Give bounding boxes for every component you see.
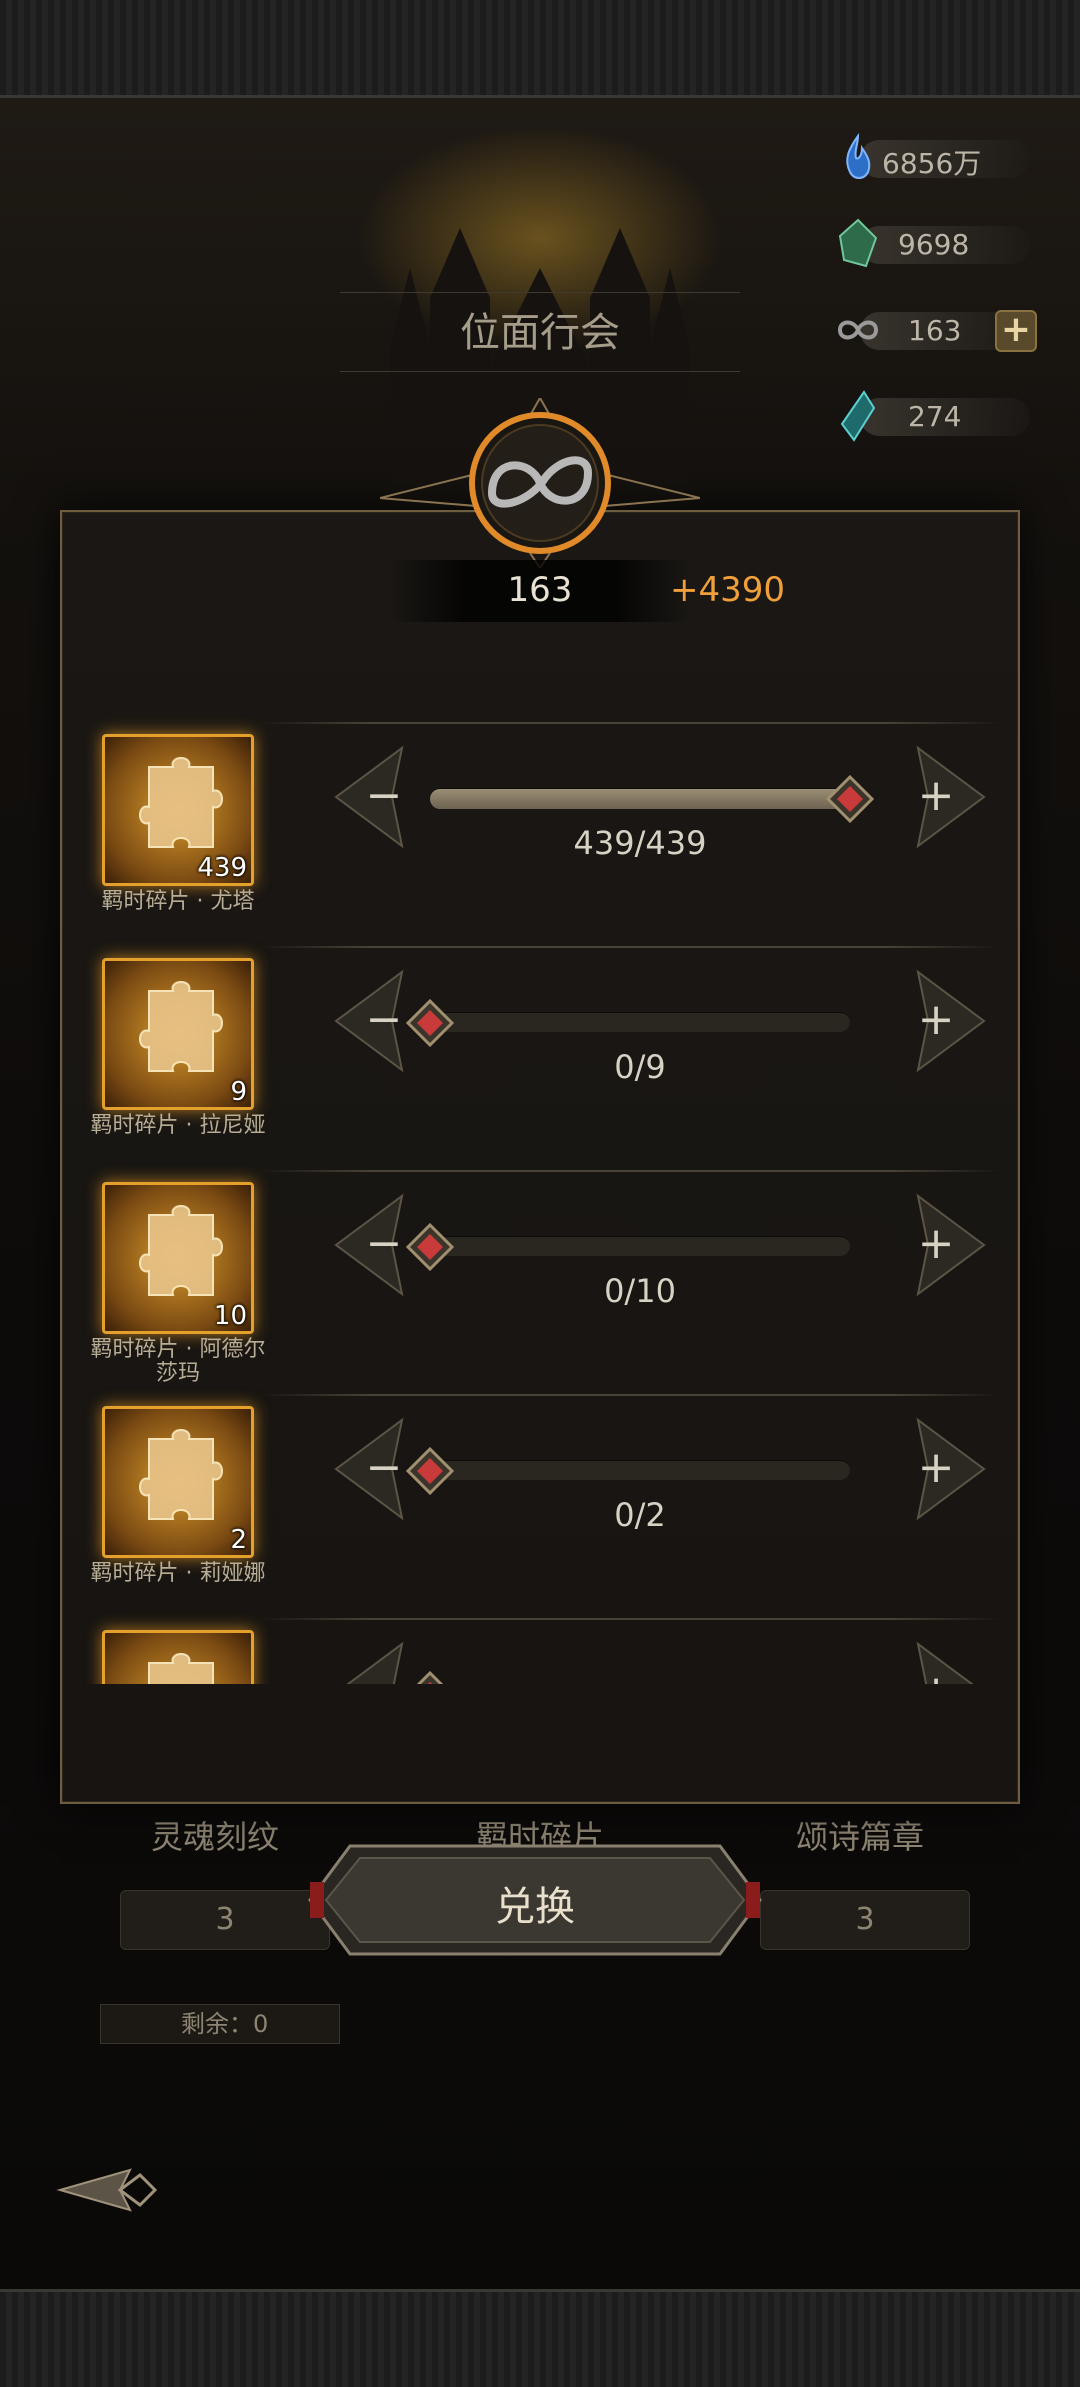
slider-knob[interactable] (405, 1222, 455, 1272)
resource-soul: 6856万 (830, 130, 1030, 186)
plus-icon: + (917, 1442, 955, 1493)
fragment-item-icon[interactable] (102, 1630, 254, 1684)
fragment-item-icon[interactable]: 9 (102, 958, 254, 1110)
fragment-item-icon[interactable]: 439 (102, 734, 254, 886)
resource-crystal: 9698 (830, 216, 1030, 272)
minus-icon: − (365, 770, 403, 821)
fragment-list[interactable]: 439 羁时碎片 · 尤塔 − +439/439 9 羁时碎片 · 拉尼娅 − +0/9 10 羁… (60, 714, 1020, 1684)
row-divider (260, 722, 1000, 724)
resource-serpent: 163 + (830, 302, 1037, 358)
slider-knob[interactable] (406, 1670, 454, 1684)
minus-icon: − (365, 1218, 403, 1269)
cost-right-value: 3 (855, 1902, 875, 1937)
minus-icon: − (365, 1442, 403, 1493)
resource-shard-value: 274 (908, 400, 962, 433)
row-divider (260, 1394, 1000, 1396)
fragment-item-icon[interactable]: 2 (102, 1406, 254, 1558)
resource-shard: 274 (830, 388, 1030, 444)
slider-progress-label: 439/439 (573, 824, 707, 862)
slider-progress-label: 0/10 (604, 1272, 676, 1310)
row-divider (260, 1170, 1000, 1172)
minus-icon: − (364, 1670, 404, 1685)
soul-flame-icon (846, 132, 871, 179)
puzzle-piece-icon (148, 1653, 214, 1684)
slider-fill (430, 789, 850, 809)
green-crystal-icon (838, 218, 878, 268)
fragment-name: 羁时碎片 · 尤塔 (101, 889, 255, 914)
quantity-slider[interactable] (405, 1446, 850, 1496)
fragment-row: 2 羁时碎片 · 莉娅娜 − +0/2 (60, 1386, 1020, 1610)
quantity-slider[interactable] (405, 1222, 850, 1272)
plus-icon: + (917, 994, 955, 1045)
fragment-item-icon[interactable]: 10 (102, 1182, 254, 1334)
decrease-button[interactable]: − (332, 742, 432, 852)
plus-icon: + (917, 1218, 955, 1269)
increase-button[interactable]: + (888, 966, 988, 1076)
fragment-qty: 9 (230, 1077, 247, 1107)
resource-soul-value: 6856万 (882, 147, 982, 180)
resource-serpent-value: 163 (908, 314, 962, 347)
back-arrow-icon[interactable] (0, 2150, 200, 2230)
plus-icon: + (916, 1670, 956, 1685)
slider-progress-label: 0/9 (614, 1048, 666, 1086)
resource-crystal-value: 9698 (898, 228, 970, 261)
exchange-button-label[interactable]: 兑换 (270, 1874, 800, 1932)
remaining-label: 剩余：0 (100, 2004, 340, 2044)
cost-left-value: 3 (215, 1902, 235, 1937)
quantity-slider[interactable] (430, 774, 875, 824)
infinity-serpent-icon (837, 320, 879, 340)
fragment-name: 羁时碎片 · 拉尼娅 (90, 1113, 266, 1138)
slider-knob[interactable] (405, 998, 455, 1048)
increase-button[interactable]: + (888, 1190, 988, 1300)
quantity-slider[interactable] (405, 998, 850, 1048)
top-frame (0, 0, 1080, 98)
row-divider (260, 946, 1000, 948)
fragment-qty: 2 (230, 1525, 247, 1555)
add-resource-button[interactable]: + (995, 310, 1037, 352)
bottom-frame (0, 2289, 1080, 2387)
fragment-row: −+ (60, 1610, 1020, 1684)
increase-button[interactable]: + (888, 742, 988, 852)
puzzle-piece-icon (139, 1429, 223, 1520)
fragment-qty: 439 (197, 853, 247, 883)
slider-knob[interactable] (825, 774, 875, 824)
plus-icon: + (917, 770, 955, 821)
fragment-row: 439 羁时碎片 · 尤塔 − +439/439 (60, 714, 1020, 938)
fragment-name: 羁时碎片 · 阿德尔 莎玛 (90, 1337, 266, 1386)
fragment-row: 10 羁时碎片 · 阿德尔 莎玛 − +0/10 (60, 1162, 1020, 1386)
teal-shard-icon (840, 390, 876, 442)
page-title: 位面行会 (340, 292, 740, 372)
modal-emblem (380, 398, 700, 568)
fragment-qty: 10 (213, 1301, 247, 1331)
fragment-name: 羁时碎片 · 莉娅娜 (90, 1561, 266, 1586)
fragment-row: 9 羁时碎片 · 拉尼娅 − +0/9 (60, 938, 1020, 1162)
row-divider (260, 1618, 1000, 1620)
puzzle-piece-icon (139, 981, 223, 1072)
current-count: 163 (507, 570, 573, 610)
increase-button[interactable]: + (888, 1638, 988, 1684)
gain-count: +4390 (670, 570, 786, 610)
slider-knob[interactable] (405, 1446, 455, 1496)
minus-icon: − (365, 994, 403, 1045)
increase-button[interactable]: + (888, 1414, 988, 1524)
slider-progress-label: 0/2 (614, 1496, 666, 1534)
